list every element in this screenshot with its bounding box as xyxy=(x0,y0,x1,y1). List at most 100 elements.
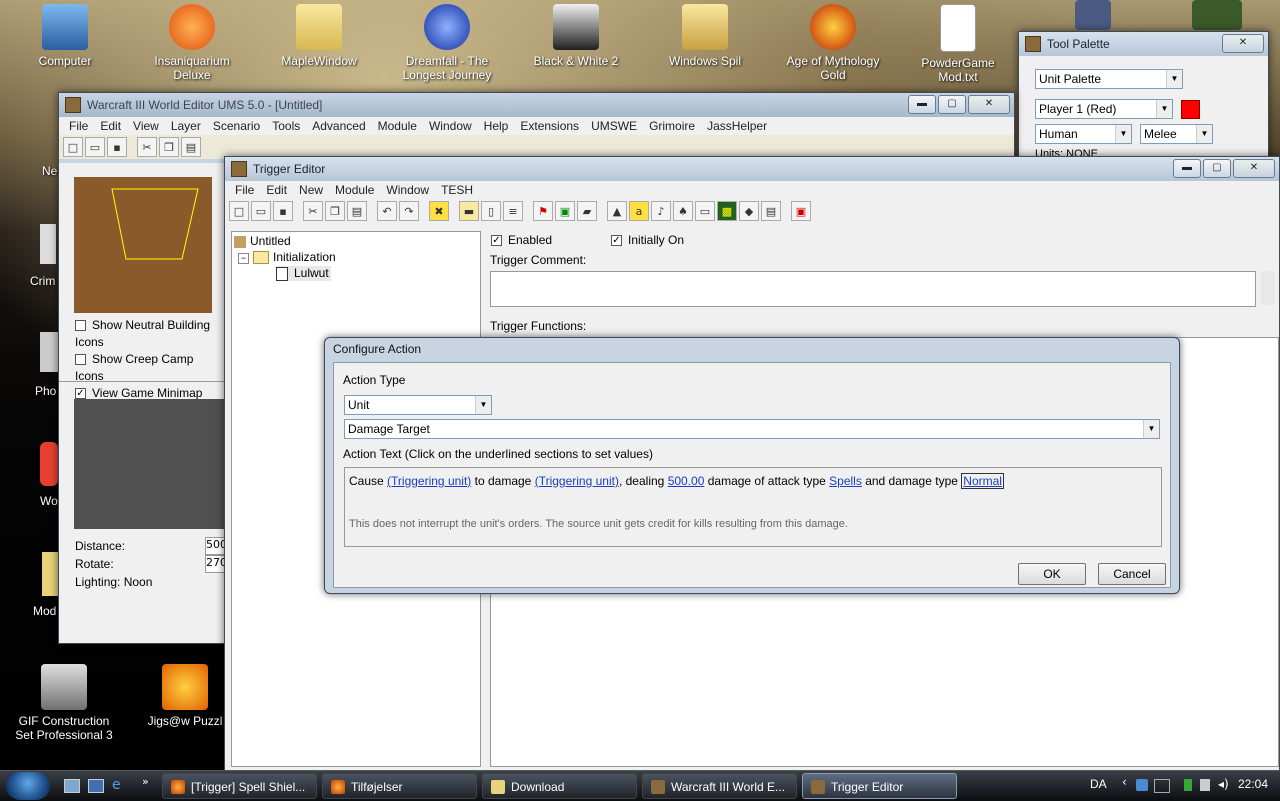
world-editor-menu-scenario[interactable]: Scenario xyxy=(207,119,266,133)
new-comment-icon[interactable]: ≡ xyxy=(503,201,523,221)
checkbox[interactable] xyxy=(75,320,86,332)
world-editor-menu-advanced[interactable]: Advanced xyxy=(306,119,371,133)
tool-palette-titlebar[interactable]: Tool Palette ✕ xyxy=(1019,32,1268,56)
partial-desktop-icon[interactable] xyxy=(1075,0,1111,30)
open-icon[interactable]: ▭ xyxy=(85,137,105,157)
paste-icon[interactable]: ▤ xyxy=(347,201,367,221)
show-neutral-building-icons-checkbox[interactable]: Show Neutral Building Icons xyxy=(75,317,224,351)
world-editor-menu-layer[interactable]: Layer xyxy=(165,119,207,133)
paste-icon[interactable]: ▤ xyxy=(181,137,201,157)
ok-button[interactable]: OK xyxy=(1018,563,1086,585)
target-unit-link[interactable]: (Triggering unit) xyxy=(535,474,619,488)
desktop-icon-gif-construction[interactable]: GIF Construction Set Professional 3 xyxy=(8,664,120,742)
initially-on-checkbox[interactable]: ✓ Initially On xyxy=(611,233,684,247)
desktop-icon-computer[interactable]: Computer xyxy=(10,4,120,68)
race-select[interactable]: Human ▼ xyxy=(1035,124,1132,144)
checkbox[interactable]: ✓ xyxy=(491,235,502,247)
sound-editor-icon[interactable]: ♪ xyxy=(651,201,671,221)
minimize-button[interactable]: ▬ xyxy=(908,95,936,114)
trigger-editor-menu-file[interactable]: File xyxy=(229,183,260,197)
player-select[interactable]: Player 1 (Red) ▼ xyxy=(1035,99,1173,119)
world-editor-menu-help[interactable]: Help xyxy=(478,119,515,133)
close-button[interactable]: ✕ xyxy=(1233,159,1275,178)
desktop-icon-insaniquarium[interactable]: Insaniquarium Deluxe xyxy=(137,4,247,82)
desktop-icon-jigsaw[interactable]: Jigs@w Puzzl xyxy=(140,664,230,728)
partial-desktop-icon[interactable] xyxy=(40,442,58,486)
damage-type-link[interactable]: Normal xyxy=(961,473,1004,489)
minimap[interactable] xyxy=(74,177,212,313)
world-editor-menu-module[interactable]: Module xyxy=(372,119,423,133)
desktop-icon-powdergame[interactable]: PowderGame Mod.txt xyxy=(903,4,1013,84)
desktop-icon-maplewindow[interactable]: MapleWindow xyxy=(264,4,374,68)
volume-icon[interactable]: ◂) xyxy=(1218,777,1229,791)
object-editor-icon[interactable]: ♠ xyxy=(673,201,693,221)
trigger-editor-menu-module[interactable]: Module xyxy=(329,183,380,197)
copy-icon[interactable]: ❐ xyxy=(325,201,345,221)
new-event-icon[interactable]: ⚑ xyxy=(533,201,553,221)
world-editor-titlebar[interactable]: Warcraft III World Editor UMS 5.0 - [Unt… xyxy=(59,93,1014,117)
clock[interactable]: 22:04 xyxy=(1238,777,1268,791)
scrollbar[interactable] xyxy=(1261,271,1275,305)
show-creep-camp-icons-checkbox[interactable]: Show Creep Camp Icons xyxy=(75,351,224,385)
start-button[interactable] xyxy=(6,772,50,800)
damage-amount-link[interactable]: 500.00 xyxy=(668,474,705,488)
desktop-icon-black-white-2[interactable]: Black & White 2 xyxy=(521,4,631,68)
partial-desktop-label[interactable]: Crim xyxy=(30,274,55,288)
cancel-button[interactable]: Cancel xyxy=(1098,563,1166,585)
new-action-icon[interactable]: ▰ xyxy=(577,201,597,221)
partial-desktop-label[interactable]: Ne xyxy=(42,164,57,178)
redo-icon[interactable]: ↷ xyxy=(399,201,419,221)
tree-trigger-lulwut[interactable]: Lulwut xyxy=(276,266,331,281)
battery-icon[interactable] xyxy=(1184,779,1192,791)
trigger-comment-field[interactable] xyxy=(490,271,1256,307)
palette-select[interactable]: Unit Palette ▼ xyxy=(1035,69,1183,89)
tree-root[interactable]: Untitled xyxy=(234,234,291,248)
partial-desktop-icon[interactable] xyxy=(40,332,58,372)
checkbox[interactable]: ✓ xyxy=(611,235,622,247)
trigger-editor-menu-new[interactable]: New xyxy=(293,183,329,197)
world-editor-menu-file[interactable]: File xyxy=(63,119,94,133)
close-button[interactable]: ✕ xyxy=(968,95,1010,114)
world-editor-menu-window[interactable]: Window xyxy=(423,119,478,133)
new-icon[interactable]: □ xyxy=(229,201,249,221)
desktop-icon-age-of-mythology[interactable]: Age of Mythology Gold xyxy=(777,4,889,82)
open-icon[interactable]: ▭ xyxy=(251,201,271,221)
tray-expand-icon[interactable]: ‹ xyxy=(1122,775,1127,789)
action-select[interactable]: Damage Target ▼ xyxy=(344,419,1160,439)
new-condition-icon[interactable]: ▣ xyxy=(555,201,575,221)
partial-desktop-label[interactable]: Pho xyxy=(35,384,56,398)
collapse-icon[interactable]: − xyxy=(238,253,249,264)
cut-icon[interactable]: ✂ xyxy=(303,201,323,221)
test-map-launch-icon[interactable]: ▣ xyxy=(791,201,811,221)
save-icon[interactable]: ▪ xyxy=(273,201,293,221)
delete-icon[interactable]: ✖ xyxy=(429,201,449,221)
ai-editor-icon[interactable]: ▩ xyxy=(717,201,737,221)
new-category-icon[interactable]: ▬ xyxy=(459,201,479,221)
cut-icon[interactable]: ✂ xyxy=(137,137,157,157)
world-editor-menu-tools[interactable]: Tools xyxy=(266,119,306,133)
taskbar-button-trigger-editor[interactable]: Trigger Editor xyxy=(802,773,957,799)
desktop-icon-dreamfall[interactable]: Dreamfall - The Longest Journey xyxy=(392,4,502,82)
campaign-editor-icon[interactable]: ▭ xyxy=(695,201,715,221)
taskbar-button-world-editor[interactable]: Warcraft III World E... xyxy=(642,773,797,799)
checkbox[interactable]: ✓ xyxy=(75,388,86,400)
test-map-icon[interactable]: ▤ xyxy=(761,201,781,221)
partial-desktop-label[interactable]: Mod xyxy=(33,604,56,618)
trigger-editor-menu-window[interactable]: Window xyxy=(380,183,435,197)
desktop-icon-windows-spil[interactable]: Windows Spil xyxy=(650,4,760,68)
mode-select[interactable]: Melee ▼ xyxy=(1140,124,1213,144)
world-editor-menu-jasshelper[interactable]: JassHelper xyxy=(701,119,773,133)
world-editor-menu-umswe[interactable]: UMSWE xyxy=(585,119,643,133)
world-editor-menu-grimoire[interactable]: Grimoire xyxy=(643,119,701,133)
copy-icon[interactable]: ❐ xyxy=(159,137,179,157)
attack-type-link[interactable]: Spells xyxy=(829,474,862,488)
network-icon[interactable] xyxy=(1154,779,1170,793)
checkbox[interactable] xyxy=(75,354,86,366)
safely-remove-icon[interactable] xyxy=(1200,779,1210,791)
maximize-button[interactable]: ▢ xyxy=(1203,159,1231,178)
taskbar-button-firefox-1[interactable]: [Trigger] Spell Shiel... xyxy=(162,773,317,799)
partial-desktop-label[interactable]: Wo xyxy=(40,494,58,508)
dialog-titlebar[interactable]: Configure Action xyxy=(325,338,1179,360)
text-icon[interactable]: a xyxy=(629,201,649,221)
minimize-button[interactable]: ▬ xyxy=(1173,159,1201,178)
